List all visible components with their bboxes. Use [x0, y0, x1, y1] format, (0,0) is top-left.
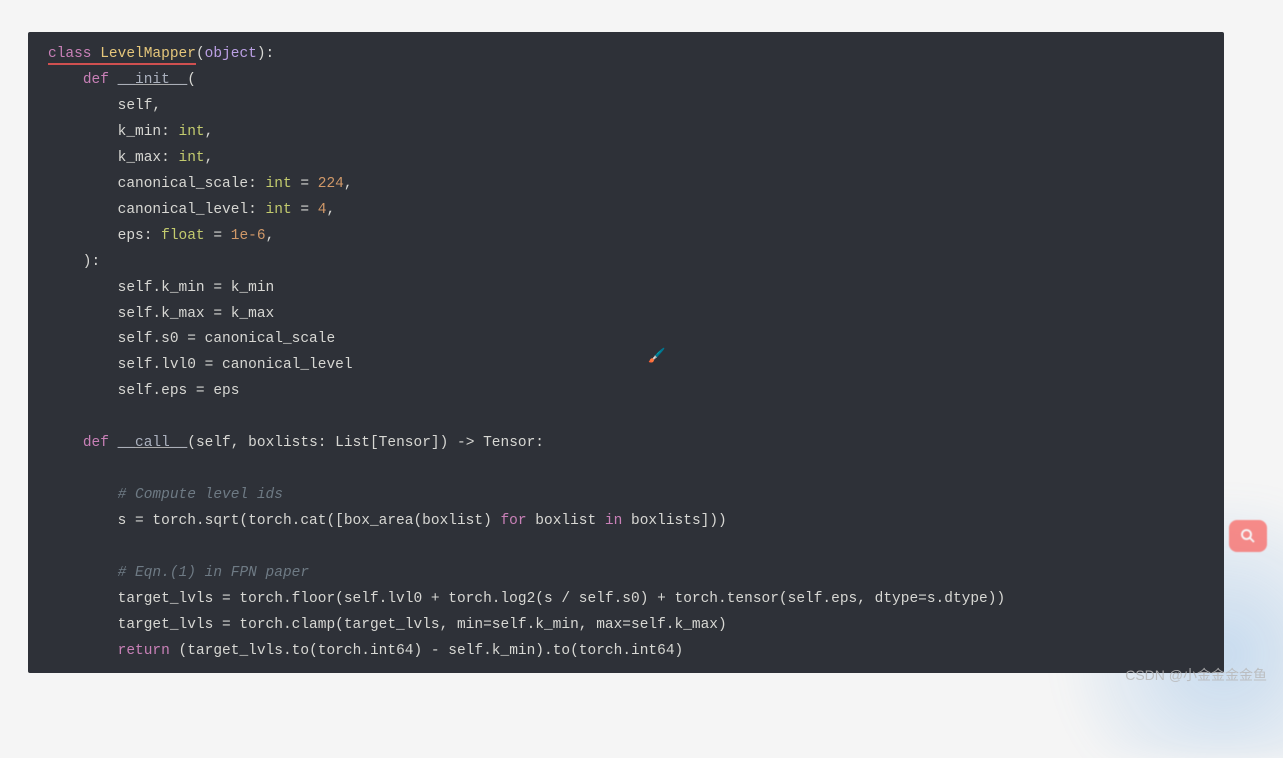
code-token: eps: [48, 228, 161, 244]
code-token: canonical_level: [48, 202, 266, 218]
code-token: ( [187, 72, 196, 88]
code-token: ): [257, 46, 274, 62]
code-token: , [205, 124, 214, 140]
floating-search-button[interactable] [1229, 520, 1267, 552]
watermark-text: CSDN @小金金金金鱼 [1125, 663, 1267, 688]
code-indent [48, 643, 118, 659]
code-block: class LevelMapper(object): def __init__(… [28, 32, 1224, 673]
code-token-comment: # Eqn.(1) in FPN paper [118, 565, 309, 581]
code-token: = [292, 176, 318, 192]
code-token: boxlists])) [622, 513, 726, 529]
code-token-for: for [500, 513, 526, 529]
code-token-return: return [118, 643, 170, 659]
code-token-init: __init__ [118, 72, 188, 88]
code-token: (target_lvls.to(torch.int64) - self.k_mi… [170, 643, 683, 659]
code-token-classname: LevelMapper [100, 46, 196, 62]
code-line: self.k_min = k_min [48, 280, 274, 296]
code-token: = [292, 202, 318, 218]
code-token: = [205, 228, 231, 244]
code-line: self.s0 = canonical_scale [48, 331, 335, 347]
code-token: , [266, 228, 275, 244]
code-token [109, 72, 118, 88]
code-token-def: def [83, 72, 109, 88]
code-line: self.eps = eps [48, 383, 239, 399]
code-token-comment: # Compute level ids [118, 487, 283, 503]
code-token-type: int [266, 176, 292, 192]
code-token-call: __call__ [118, 435, 188, 451]
code-token-number: 224 [318, 176, 344, 192]
code-line: self.lvl0 = canonical_level [48, 357, 353, 373]
code-token: , [344, 176, 353, 192]
code-token: boxlist [527, 513, 605, 529]
code-token-in: in [605, 513, 622, 529]
code-token: ( [196, 46, 205, 62]
code-token: (self, boxlists: List[Tensor]) -> Tensor… [187, 435, 544, 451]
code-indent [48, 487, 118, 503]
search-icon [1239, 527, 1257, 545]
code-indent [48, 435, 83, 451]
code-indent [48, 565, 118, 581]
code-token: k_max: [48, 150, 179, 166]
code-line: target_lvls = torch.clamp(target_lvls, m… [48, 617, 727, 633]
cursor-brush-icon: 🖌️ [648, 345, 665, 370]
code-token: s = torch.sqrt(torch.cat([box_area(boxli… [48, 513, 500, 529]
code-indent [48, 72, 83, 88]
code-token-class: class [48, 46, 100, 62]
code-token-object: object [205, 46, 257, 62]
code-token-type: int [179, 124, 205, 140]
code-token-type: int [266, 202, 292, 218]
code-token: , [205, 150, 214, 166]
code-line: self, [48, 98, 161, 114]
code-token-type: float [161, 228, 205, 244]
code-line: self.k_max = k_max [48, 306, 274, 322]
code-token [109, 435, 118, 451]
code-token-def: def [83, 435, 109, 451]
code-token: canonical_scale: [48, 176, 266, 192]
code-token: , [326, 202, 335, 218]
code-token-type: int [179, 150, 205, 166]
code-line: target_lvls = torch.floor(self.lvl0 + to… [48, 591, 1005, 607]
code-line: ): [48, 254, 100, 270]
code-token: k_min: [48, 124, 179, 140]
code-token-number: 1e-6 [231, 228, 266, 244]
